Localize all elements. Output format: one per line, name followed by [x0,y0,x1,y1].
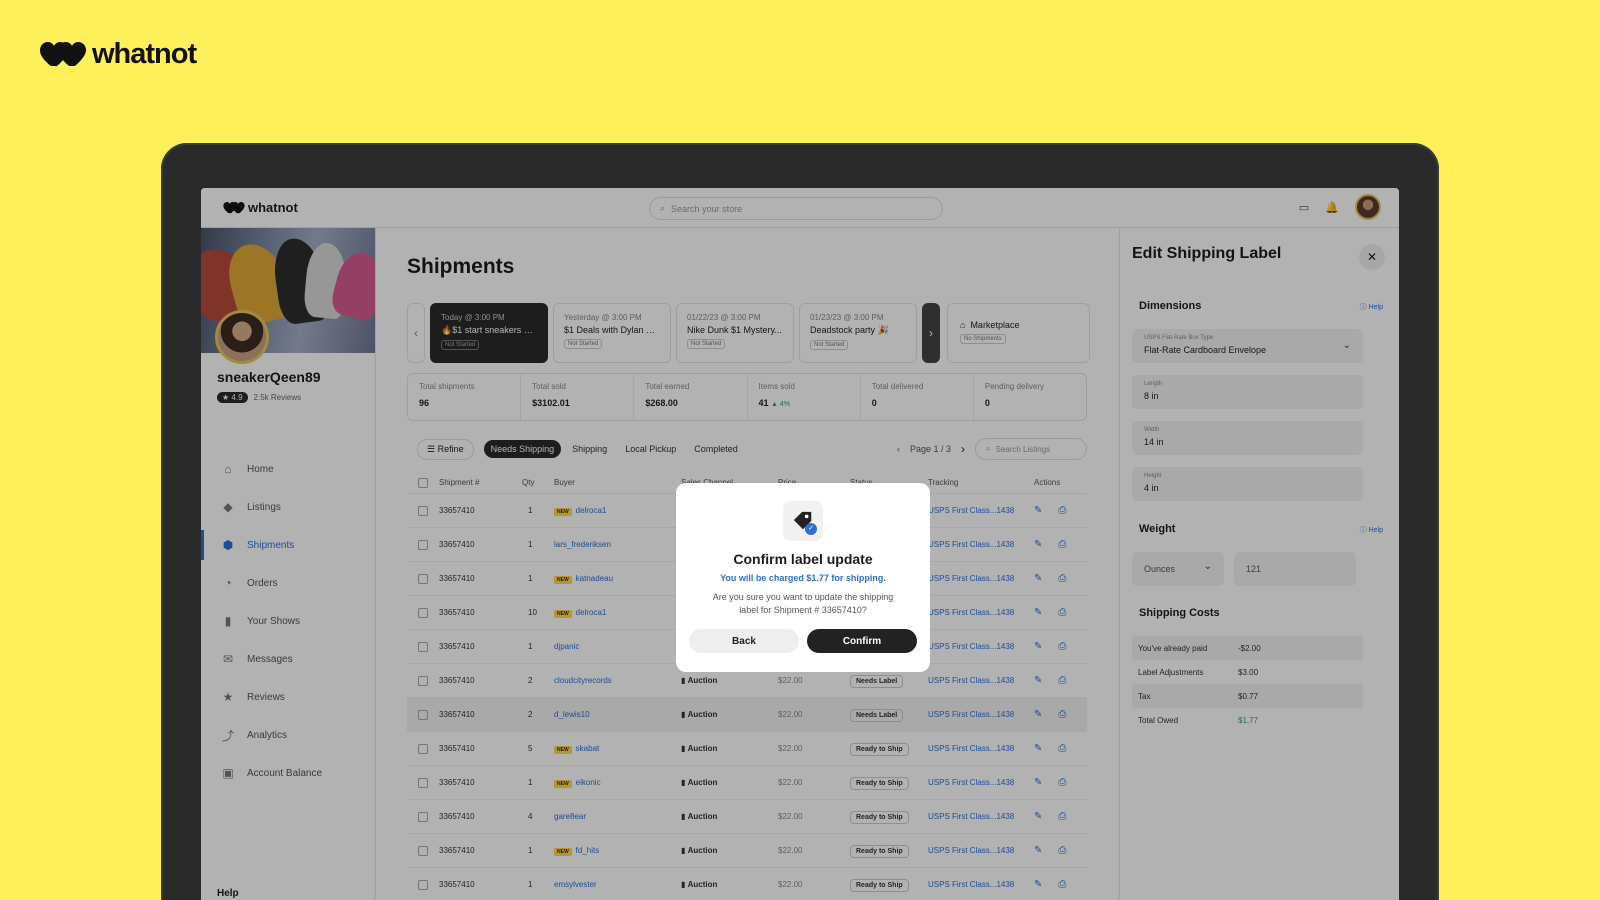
whatnot-logo-icon [40,41,86,66]
back-button[interactable]: Back [689,629,799,653]
confirm-label-modal: ✓ Confirm label update You will be charg… [676,483,930,672]
modal-charge-notice: You will be charged $1.77 for shipping. [720,573,886,583]
laptop-frame: whatnot ⌕ Search your store ▭ 🔔 sneakerQ… [161,143,1439,900]
whatnot-brand: whatnot [40,38,197,71]
label-tag-icon: ✓ [783,501,823,541]
app-screen: whatnot ⌕ Search your store ▭ 🔔 sneakerQ… [201,188,1399,900]
confirm-button[interactable]: Confirm [807,629,917,653]
check-icon: ✓ [805,523,817,535]
modal-title: Confirm label update [733,551,873,567]
brand-wordmark: whatnot [92,38,197,70]
modal-body: Are you sure you want to update the ship… [712,592,894,615]
